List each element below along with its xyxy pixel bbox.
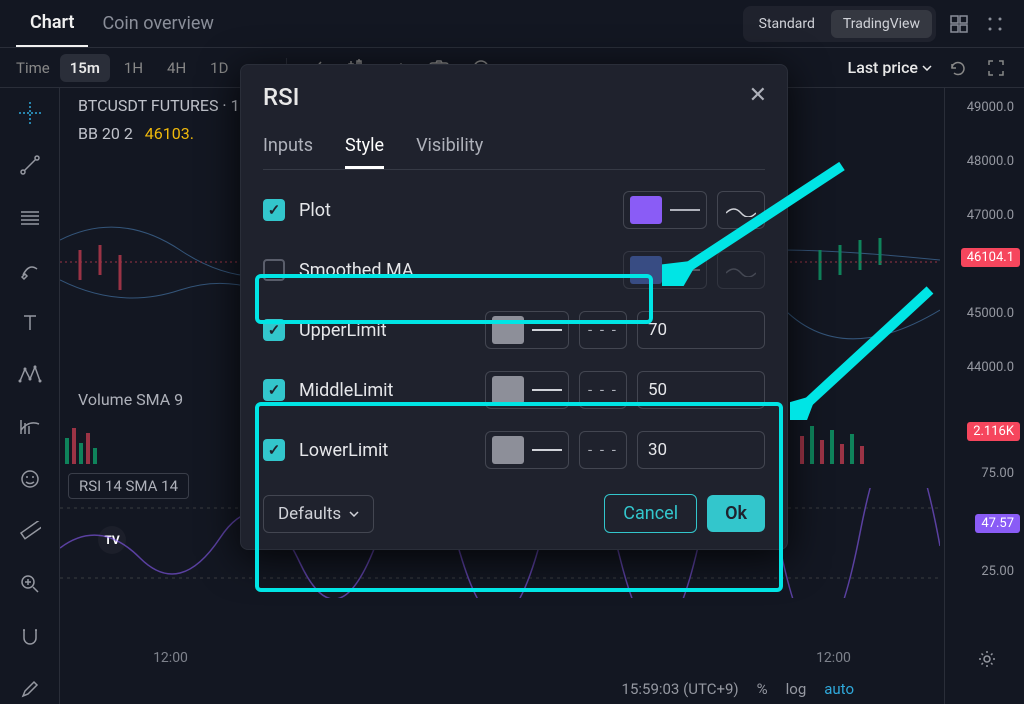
row-middle-limit: MiddleLimit - - - 50 <box>263 368 765 412</box>
checkbox-middle-limit[interactable] <box>263 379 285 401</box>
checkbox-plot[interactable] <box>263 199 285 221</box>
checkbox-lower-limit[interactable] <box>263 439 285 461</box>
emoji-icon[interactable] <box>14 464 46 494</box>
row-upper-limit: UpperLimit - - - 70 <box>263 308 765 352</box>
text-icon[interactable] <box>14 307 46 337</box>
middle-value-input[interactable]: 50 <box>637 371 765 409</box>
upper-value-input[interactable]: 70 <box>637 311 765 349</box>
close-icon[interactable]: ✕ <box>749 83 767 108</box>
upper-color-line[interactable] <box>485 311 569 349</box>
middle-dash-style[interactable]: - - - <box>579 371 627 409</box>
plot-color-line[interactable] <box>623 191 707 229</box>
zoom-icon[interactable] <box>14 569 46 599</box>
row-smoothed-ma: Smoothed MA <box>263 248 765 292</box>
price-badge: 46104.1 <box>961 248 1020 267</box>
middle-color-line[interactable] <box>485 371 569 409</box>
scale-percent[interactable]: % <box>757 680 768 698</box>
smoothed-color-line[interactable] <box>623 251 707 289</box>
upper-dash-style[interactable]: - - - <box>579 311 627 349</box>
smoothed-line-style[interactable] <box>717 251 765 289</box>
view-tradingview[interactable]: TradingView <box>831 10 932 38</box>
tab-coin-overview[interactable]: Coin overview <box>88 1 227 46</box>
fib-icon[interactable] <box>14 203 46 233</box>
scale-log[interactable]: log <box>786 680 807 698</box>
volume-badge: 2.116K <box>967 422 1020 441</box>
pattern-icon[interactable] <box>14 360 46 390</box>
label-upper-limit: UpperLimit <box>299 320 469 341</box>
tf-15m[interactable]: 15m <box>60 54 110 82</box>
fullscreen-icon[interactable] <box>984 56 1008 80</box>
status-bar: 15:59:03 (UTC+9) % log auto <box>622 680 854 698</box>
axis-tick: 48000.0 <box>967 154 1014 169</box>
tab-style[interactable]: Style <box>345 135 384 169</box>
layout-grid-icon[interactable] <box>946 11 972 37</box>
trendline-icon[interactable] <box>14 150 46 180</box>
axis-tick: 45000.0 <box>967 306 1014 321</box>
tab-chart[interactable]: Chart <box>16 0 88 47</box>
brush-icon[interactable] <box>14 255 46 285</box>
ruler-icon[interactable] <box>14 517 46 547</box>
checkbox-upper-limit[interactable] <box>263 319 285 341</box>
view-switch: Standard TradingView <box>743 6 936 42</box>
tf-4h[interactable]: 4H <box>157 54 196 82</box>
tf-1d[interactable]: 1D <box>200 54 238 82</box>
axis-tick: 75.00 <box>981 466 1014 481</box>
label-smoothed-ma: Smoothed MA <box>299 260 469 281</box>
label-lower-limit: LowerLimit <box>299 440 469 461</box>
drawing-tools-sidebar <box>0 88 60 704</box>
clock-text: 15:59:03 (UTC+9) <box>622 680 739 698</box>
top-tabs: Chart Coin overview Standard TradingView <box>0 0 1024 48</box>
checkbox-smoothed-ma[interactable] <box>263 259 285 281</box>
last-price-dropdown[interactable]: Last price <box>848 58 932 77</box>
more-menu-icon[interactable] <box>982 11 1008 37</box>
axis-settings-icon[interactable] <box>978 650 996 668</box>
label-plot: Plot <box>299 200 469 221</box>
axis-tick: 49000.0 <box>967 100 1014 115</box>
pencil-icon[interactable] <box>14 674 46 704</box>
lower-dash-style[interactable]: - - - <box>579 431 627 469</box>
axis-tick: 47000.0 <box>967 208 1014 223</box>
tab-visibility[interactable]: Visibility <box>416 135 483 169</box>
scale-auto[interactable]: auto <box>824 680 854 698</box>
magnet-icon[interactable] <box>14 621 46 651</box>
label-middle-limit: MiddleLimit <box>299 380 469 401</box>
lower-color-line[interactable] <box>485 431 569 469</box>
view-standard[interactable]: Standard <box>747 10 827 38</box>
ok-button[interactable]: Ok <box>707 495 765 532</box>
volume-legend: Volume SMA 9 <box>78 390 183 409</box>
tf-1h[interactable]: 1H <box>114 54 153 82</box>
plot-line-style[interactable] <box>717 191 765 229</box>
tab-inputs[interactable]: Inputs <box>263 135 313 169</box>
dialog-tabs: Inputs Style Visibility <box>263 135 765 170</box>
refresh-icon[interactable] <box>946 56 970 80</box>
rsi-badge: 47.57 <box>975 514 1020 533</box>
bb-legend: BB 20 2 46103. <box>78 124 194 143</box>
cancel-button[interactable]: Cancel <box>604 494 697 533</box>
axis-tick: 25.00 <box>981 564 1014 579</box>
row-lower-limit: LowerLimit - - - 30 <box>263 428 765 472</box>
lower-value-input[interactable]: 30 <box>637 431 765 469</box>
forecast-icon[interactable] <box>14 412 46 442</box>
row-plot: Plot <box>263 188 765 232</box>
time-label: Time <box>16 59 50 77</box>
axis-tick: 44000.0 <box>967 360 1014 375</box>
price-axis[interactable]: 49000.0 48000.0 47000.0 46104.1 45000.0 … <box>944 88 1024 704</box>
time-axis: 12:00 12:00 <box>60 650 944 674</box>
defaults-dropdown[interactable]: Defaults <box>263 495 374 533</box>
dialog-title: RSI <box>263 83 765 111</box>
rsi-settings-dialog: RSI ✕ Inputs Style Visibility Plot <box>240 64 788 550</box>
crosshair-icon[interactable] <box>14 98 46 128</box>
